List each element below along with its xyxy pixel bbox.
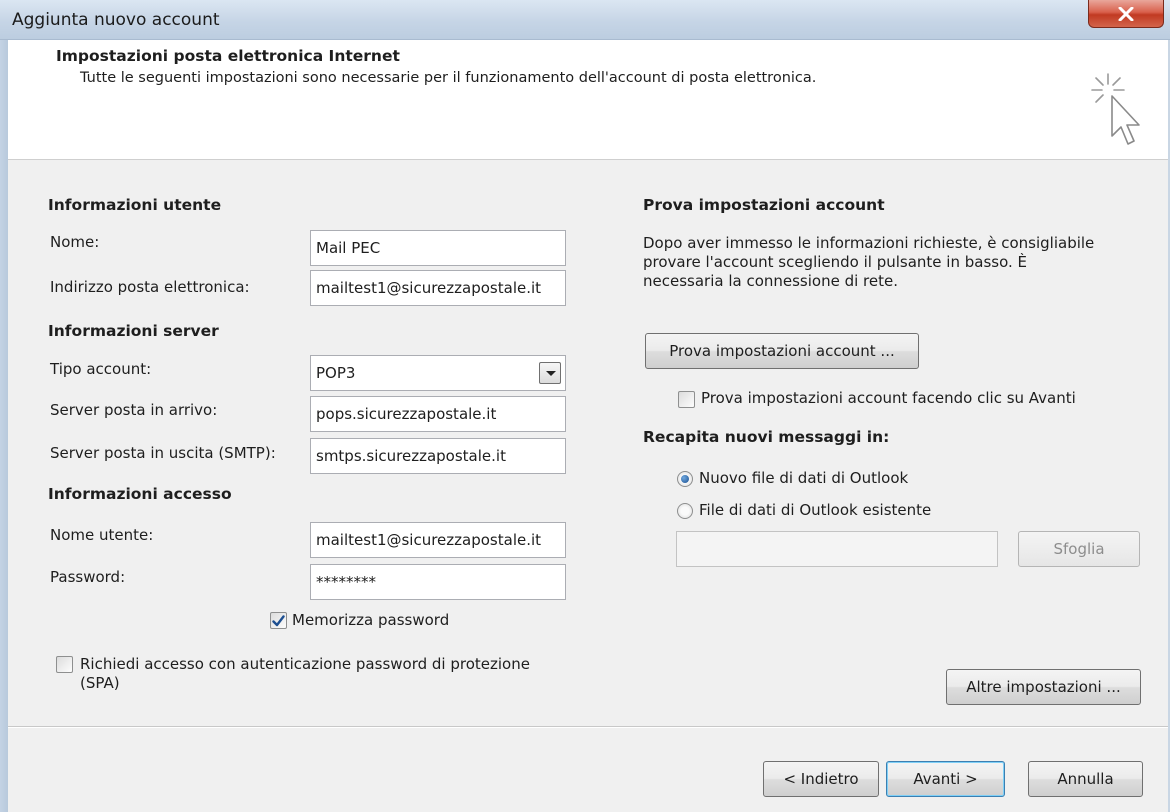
account-type-value: POP3 <box>316 364 356 382</box>
existing-data-file-path <box>676 531 998 567</box>
footer-divider <box>8 726 1168 728</box>
checkmark-icon <box>272 614 285 626</box>
username-label: Nome utente: <box>50 526 154 544</box>
radio-selected-dot <box>681 475 689 483</box>
chevron-down-icon[interactable] <box>539 362 561 384</box>
more-settings-button[interactable]: Altre impostazioni ... <box>946 669 1141 705</box>
account-type-label: Tipo account: <box>50 360 152 378</box>
name-field[interactable]: Mail PEC <box>310 230 566 266</box>
close-button[interactable] <box>1088 0 1164 28</box>
page-subtitle: Tutte le seguenti impostazioni sono nece… <box>80 70 817 86</box>
new-data-file-radio[interactable] <box>677 471 693 487</box>
title-bar[interactable]: Aggiunta nuovo account <box>0 0 1170 40</box>
user-info-heading: Informazioni utente <box>48 196 222 214</box>
password-field[interactable]: ******** <box>310 564 566 600</box>
email-label: Indirizzo posta elettronica: <box>50 278 250 296</box>
cursor-sparkle-icon <box>1091 73 1140 145</box>
close-icon <box>1118 6 1134 21</box>
test-account-settings-button[interactable]: Prova impostazioni account ... <box>645 333 919 369</box>
window-title: Aggiunta nuovo account <box>12 10 220 30</box>
access-info-heading: Informazioni accesso <box>48 485 232 503</box>
deliver-heading: Recapita nuovi messaggi in: <box>643 428 890 446</box>
server-info-heading: Informazioni server <box>48 322 219 340</box>
existing-data-file-label[interactable]: File di dati di Outlook esistente <box>699 501 931 519</box>
next-button[interactable]: Avanti > <box>886 761 1005 797</box>
test-description-line2: provare l'account scegliendo il pulsante… <box>643 253 1028 271</box>
account-type-select[interactable]: POP3 <box>310 355 566 391</box>
window-frame <box>0 40 8 812</box>
existing-data-file-radio[interactable] <box>677 503 693 519</box>
name-label: Nome: <box>50 233 100 251</box>
test-settings-heading: Prova impostazioni account <box>643 196 885 214</box>
spa-label-line2[interactable]: (SPA) <box>80 674 120 692</box>
incoming-server-label: Server posta in arrivo: <box>50 401 218 419</box>
cancel-button[interactable]: Annulla <box>1028 761 1143 797</box>
outgoing-server-label: Server posta in uscita (SMTP): <box>50 444 276 462</box>
spa-checkbox[interactable] <box>56 656 73 673</box>
auto-test-label[interactable]: Prova impostazioni account facendo clic … <box>701 389 1076 407</box>
spa-label-line1[interactable]: Richiedi accesso con autenticazione pass… <box>80 655 530 673</box>
test-description-line3: necessaria la connessione di rete. <box>643 272 898 290</box>
remember-password-label[interactable]: Memorizza password <box>292 611 449 629</box>
incoming-server-field[interactable]: pops.sicurezzapostale.it <box>310 396 566 432</box>
back-button[interactable]: < Indietro <box>763 761 879 797</box>
test-description-line1: Dopo aver immesso le informazioni richie… <box>643 234 1095 252</box>
remember-password-checkbox[interactable] <box>270 612 287 629</box>
auto-test-checkbox[interactable] <box>678 391 695 408</box>
new-data-file-label[interactable]: Nuovo file di dati di Outlook <box>699 469 908 487</box>
page-title: Impostazioni posta elettronica Internet <box>56 47 400 65</box>
browse-button: Sfoglia <box>1018 531 1140 567</box>
email-field[interactable]: mailtest1@sicurezzapostale.it <box>310 270 566 306</box>
password-label: Password: <box>50 568 126 586</box>
username-field[interactable]: mailtest1@sicurezzapostale.it <box>310 522 566 558</box>
outgoing-server-field[interactable]: smtps.sicurezzapostale.it <box>310 438 566 474</box>
